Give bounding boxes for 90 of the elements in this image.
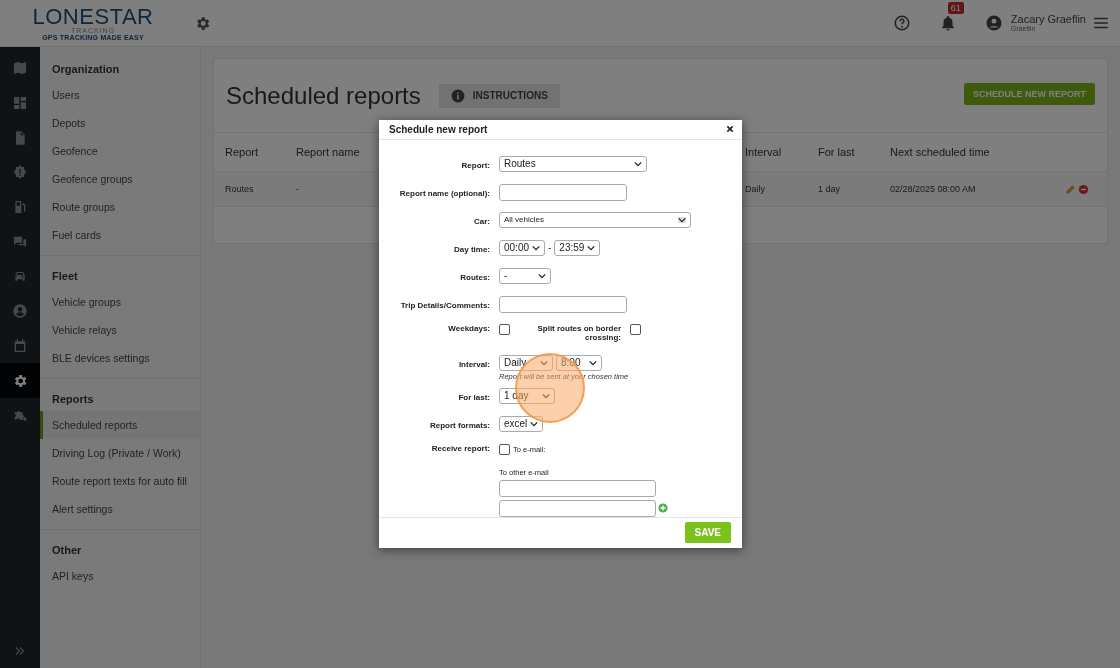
field-label: Report:	[460, 159, 490, 170]
field-label: Receive report:	[430, 443, 490, 453]
field-label: Interval:	[457, 358, 490, 369]
dropdown[interactable]: 00:00	[499, 239, 545, 256]
caret-icon	[540, 359, 548, 366]
menu-item[interactable]: Route groups	[40, 193, 200, 221]
user-icon	[12, 303, 28, 320]
dialog-title: Schedule new report	[389, 123, 488, 135]
caret-icon	[532, 244, 540, 251]
pencil-icon[interactable]	[1065, 183, 1076, 195]
menu-item[interactable]: Alert settings	[40, 495, 200, 523]
checkbox[interactable]	[499, 323, 510, 335]
menu-section-title: Reports	[51, 392, 95, 407]
menu-item[interactable]: Users	[40, 81, 200, 109]
menu-item[interactable]: Fuel cards	[40, 221, 200, 249]
table-cell: Daily	[745, 184, 765, 194]
dropdown[interactable]: excel	[499, 415, 543, 432]
caret-icon	[678, 216, 686, 223]
save-button[interactable]: SAVE	[684, 522, 731, 544]
user-name: Zacary Graeflin	[1010, 13, 1086, 26]
dropdown[interactable]: 1 day	[499, 387, 555, 404]
field-label: Weekdays:	[447, 323, 490, 333]
table-cell: 02/28/2025 08:00 AM	[890, 184, 976, 194]
field-label: Trip Details/Comments:	[399, 299, 490, 310]
instructions-button[interactable]: INSTRUCTIONS	[438, 83, 560, 108]
menu-item[interactable]: Vehicle groups	[40, 288, 200, 316]
notification-badge: 61	[947, 2, 964, 14]
caret-icon	[589, 359, 597, 366]
info-icon	[450, 88, 465, 103]
dropdown[interactable]: Daily	[499, 354, 553, 371]
field-label: Report formats:	[429, 419, 490, 430]
input-field[interactable]	[499, 295, 627, 313]
field-label: Report name (optional):	[398, 187, 490, 198]
map-icon	[12, 60, 28, 77]
gear-icon	[12, 372, 28, 389]
fuel-pump-icon	[12, 199, 28, 216]
dropdown[interactable]: 23:59	[554, 239, 601, 256]
help-icon[interactable]	[892, 14, 911, 32]
dashboard-icon	[12, 95, 28, 112]
menu-section-title: Organization	[51, 62, 121, 77]
page-title: Scheduled reports	[226, 81, 421, 110]
logo-name: LONESTAR	[32, 5, 154, 28]
calendar-icon	[12, 337, 28, 354]
checkbox[interactable]	[499, 443, 510, 455]
menu-item[interactable]: Scheduled reports	[40, 411, 200, 439]
close-icon[interactable]	[726, 125, 734, 134]
dropdown[interactable]: -	[499, 267, 551, 284]
input-field[interactable]	[499, 183, 627, 201]
delete-icon[interactable]	[1078, 183, 1089, 195]
checkbox[interactable]	[630, 323, 641, 335]
alert-icon	[12, 164, 28, 181]
table-cell: -	[296, 184, 299, 194]
menu-item[interactable]: API keys	[40, 562, 200, 590]
column-header: For last	[818, 146, 855, 158]
caret-icon	[542, 392, 550, 399]
settings-icon[interactable]	[194, 14, 211, 32]
menu-item[interactable]: Vehicle relays	[40, 316, 200, 344]
column-header: Report	[225, 146, 259, 158]
caret-icon	[587, 244, 596, 251]
menu-item[interactable]: Depots	[40, 109, 200, 137]
email-input[interactable]	[499, 479, 656, 497]
column-header: Interval	[745, 146, 782, 158]
schedule-new-report-button[interactable]: SCHEDULE NEW REPORT	[964, 82, 1095, 105]
caret-icon	[530, 420, 538, 427]
field-label: Car:	[473, 215, 490, 226]
field-label: Split routes on border crossing:	[536, 323, 621, 342]
rail-button[interactable]	[0, 363, 40, 398]
table-cell: 1 day	[818, 184, 841, 194]
menu-item[interactable]: Route report texts for auto fill	[40, 467, 200, 495]
caret-icon	[634, 160, 642, 167]
dropdown[interactable]: Routes	[499, 155, 647, 172]
menu-item[interactable]: Geofence groups	[40, 165, 200, 193]
table-cell: Routes	[225, 184, 254, 194]
menu-section-title: Fleet	[51, 269, 79, 284]
menu-section-title: Other	[51, 543, 83, 558]
add-icon[interactable]	[658, 503, 668, 514]
field-label: For last:	[457, 391, 490, 402]
dropdown[interactable]: All vehicles	[499, 211, 691, 228]
column-header: Next scheduled time	[890, 146, 990, 158]
field-label: Routes:	[459, 271, 490, 282]
expand-icon[interactable]	[13, 644, 27, 658]
menu-item[interactable]: BLE devices settings	[40, 344, 200, 372]
field-label: Day time:	[453, 243, 490, 254]
user-avatar-icon[interactable]	[984, 14, 1003, 32]
separator: -	[548, 242, 552, 254]
column-header: Report name	[296, 146, 360, 158]
menu-item[interactable]: Geofence	[40, 137, 200, 165]
email-input[interactable]	[499, 499, 656, 517]
caret-icon	[538, 272, 546, 279]
menu-item[interactable]: Driving Log (Private / Work)	[40, 439, 200, 467]
